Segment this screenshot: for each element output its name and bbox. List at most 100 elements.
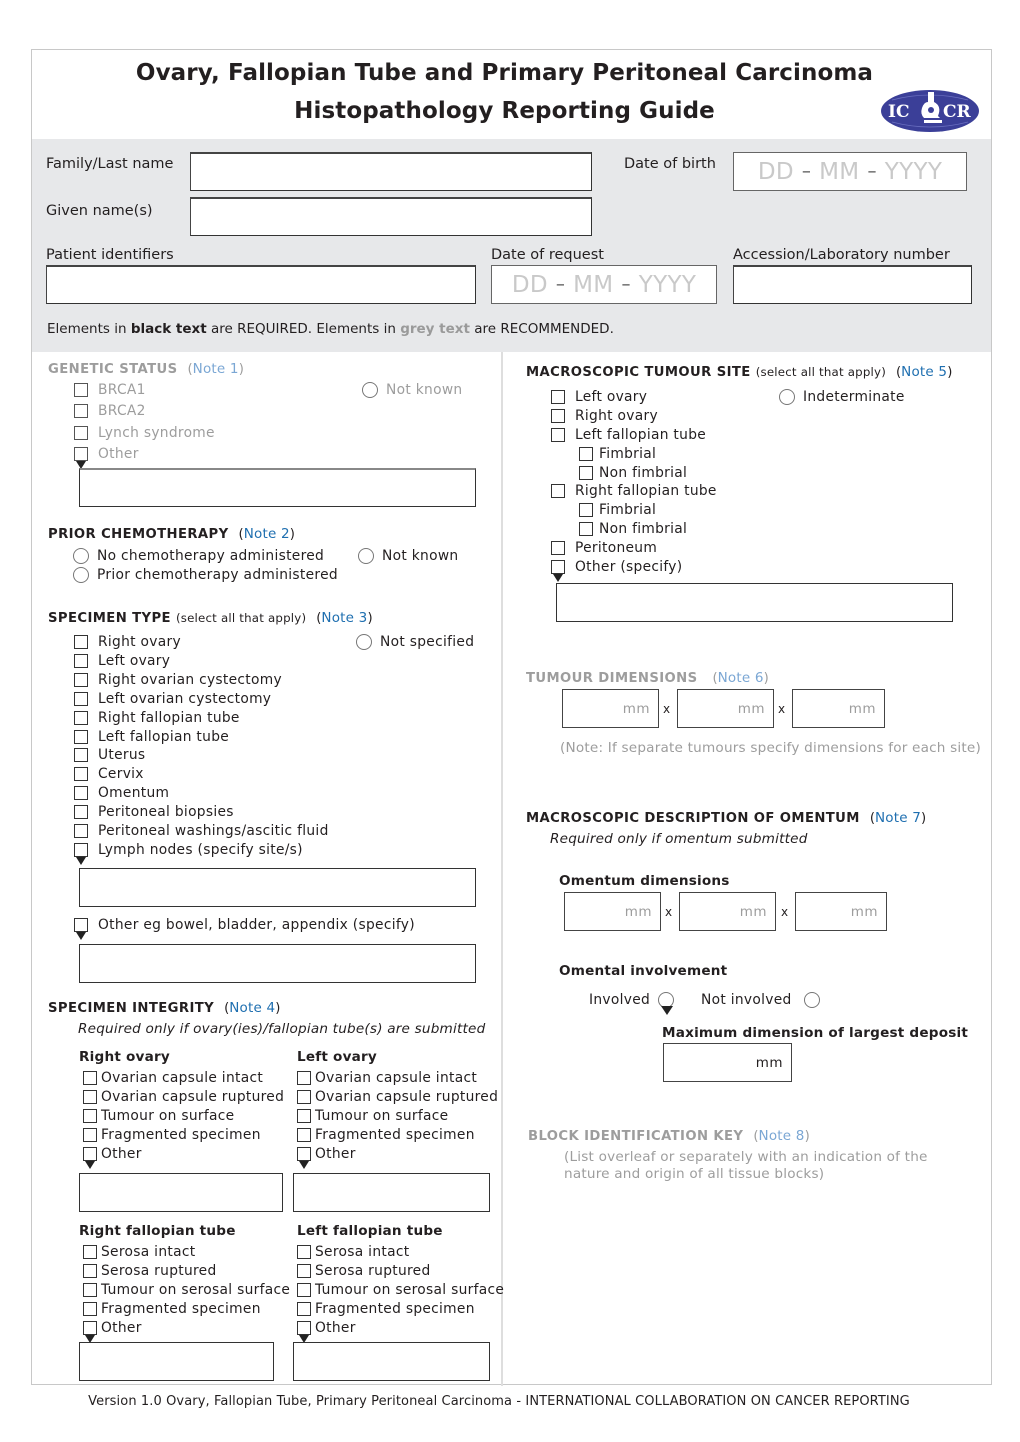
date-of-request-input[interactable]: DD – MM – YYYY	[491, 265, 717, 304]
omentum-not-involved-radio[interactable]: Not involved	[701, 992, 820, 1008]
specimen-cervix-checkbox[interactable]: Cervix	[74, 766, 144, 782]
site-other-input[interactable]	[556, 583, 953, 622]
lo-fragmented-checkbox[interactable]: Fragmented specimen	[297, 1127, 475, 1143]
lt-other-checkbox[interactable]: Other	[297, 1320, 356, 1343]
lymph-nodes-site-input[interactable]	[79, 868, 476, 907]
times-symbol: x	[663, 702, 671, 716]
specimen-other-checkbox[interactable]: Other eg bowel, bladder, appendix (speci…	[74, 917, 415, 940]
lo-other-checkbox[interactable]: Other	[297, 1146, 356, 1169]
omentum-dim-3-input[interactable]: mm	[795, 892, 887, 931]
family-name-input[interactable]	[190, 152, 592, 191]
rt-other-input[interactable]	[79, 1342, 274, 1381]
ro-tumour-surface-checkbox[interactable]: Tumour on surface	[83, 1108, 234, 1124]
specimen-left-cystectomy-checkbox[interactable]: Left ovarian cystectomy	[74, 691, 271, 707]
specimen-right-tube-checkbox[interactable]: Right fallopian tube	[74, 710, 240, 726]
specimen-lymph-nodes-checkbox[interactable]: Lymph nodes (specify site/s)	[74, 842, 303, 865]
given-names-label: Given name(s)	[46, 203, 153, 219]
site-left-ovary-checkbox[interactable]: Left ovary	[551, 389, 647, 405]
checkbox-icon	[74, 383, 88, 397]
ro-capsule-ruptured-checkbox[interactable]: Ovarian capsule ruptured	[83, 1089, 284, 1105]
rt-serosa-ruptured-checkbox[interactable]: Serosa ruptured	[83, 1263, 217, 1279]
left-tube-subheading: Left fallopian tube	[297, 1223, 443, 1239]
specimen-uterus-checkbox[interactable]: Uterus	[74, 747, 145, 763]
rt-serosa-intact-checkbox[interactable]: Serosa intact	[83, 1244, 195, 1260]
tumour-dim-3-input[interactable]: mm	[792, 689, 885, 728]
ro-capsule-intact-checkbox[interactable]: Ovarian capsule intact	[83, 1070, 263, 1086]
specimen-left-tube-checkbox[interactable]: Left fallopian tube	[74, 729, 229, 745]
site-left-fimbrial-checkbox[interactable]: Fimbrial	[579, 446, 656, 462]
omental-involvement-label: Omental involvement	[559, 963, 728, 979]
lt-tumour-serosal-checkbox[interactable]: Tumour on serosal surface	[297, 1282, 504, 1298]
site-indeterminate-radio[interactable]: Indeterminate	[779, 389, 905, 405]
genetic-not-known-radio[interactable]: Not known	[362, 382, 462, 398]
note-5-link[interactable]: Note 5	[901, 364, 947, 380]
prior-chemo-radio[interactable]: Prior chemotherapy administered	[73, 567, 338, 583]
given-names-input[interactable]	[190, 197, 592, 236]
specimen-peritoneal-biopsies-checkbox[interactable]: Peritoneal biopsies	[74, 804, 234, 820]
radio-icon	[356, 634, 372, 650]
omentum-dim-1-input[interactable]: mm	[564, 892, 661, 931]
rt-tumour-serosal-checkbox[interactable]: Tumour on serosal surface	[83, 1282, 290, 1298]
lo-capsule-intact-checkbox[interactable]: Ovarian capsule intact	[297, 1070, 477, 1086]
note-2-link[interactable]: Note 2	[244, 526, 290, 542]
lt-fragmented-checkbox[interactable]: Fragmented specimen	[297, 1301, 475, 1317]
dor-yyyy-placeholder: YYYY	[638, 271, 697, 298]
note-7-link[interactable]: Note 7	[875, 810, 921, 826]
note-3-link[interactable]: Note 3	[321, 610, 367, 626]
dob-separator: –	[867, 161, 877, 182]
dob-input[interactable]: DD – MM – YYYY	[733, 152, 967, 191]
checkbox-icon	[74, 404, 88, 418]
rt-other-checkbox[interactable]: Other	[83, 1320, 142, 1343]
genetic-brca2-checkbox[interactable]: BRCA2	[74, 403, 146, 419]
specimen-not-specified-radio[interactable]: Not specified	[356, 634, 474, 650]
lt-other-input[interactable]	[293, 1342, 490, 1381]
legend-grey-text: grey text	[400, 321, 470, 337]
genetic-brca1-checkbox[interactable]: BRCA1	[74, 382, 146, 398]
site-right-ovary-checkbox[interactable]: Right ovary	[551, 408, 658, 424]
site-left-tube-checkbox[interactable]: Left fallopian tube	[551, 427, 706, 443]
rt-fragmented-checkbox[interactable]: Fragmented specimen	[83, 1301, 261, 1317]
accession-input[interactable]	[733, 265, 972, 304]
site-right-non-fimbrial-checkbox[interactable]: Non fimbrial	[579, 521, 687, 537]
site-right-tube-checkbox[interactable]: Right fallopian tube	[551, 483, 717, 499]
lo-capsule-ruptured-checkbox[interactable]: Ovarian capsule ruptured	[297, 1089, 498, 1105]
ro-fragmented-checkbox[interactable]: Fragmented specimen	[83, 1127, 261, 1143]
chemo-not-known-radio[interactable]: Not known	[358, 548, 458, 564]
specimen-right-cystectomy-checkbox[interactable]: Right ovarian cystectomy	[74, 672, 282, 688]
note-8-link[interactable]: Note 8	[759, 1128, 805, 1144]
radio-icon	[73, 548, 89, 564]
times-symbol: x	[665, 905, 673, 919]
site-right-fimbrial-checkbox[interactable]: Fimbrial	[579, 502, 656, 518]
omentum-involved-radio[interactable]: Involved	[589, 992, 675, 1015]
dor-separator: –	[621, 274, 631, 295]
no-chemo-radio[interactable]: No chemotherapy administered	[73, 548, 324, 564]
note-1-link[interactable]: Note 1	[193, 361, 239, 377]
ro-other-input[interactable]	[79, 1173, 283, 1212]
genetic-other-input[interactable]	[79, 468, 476, 507]
lo-tumour-surface-checkbox[interactable]: Tumour on surface	[297, 1108, 448, 1124]
max-dimension-input[interactable]: mm	[663, 1043, 792, 1082]
specimen-left-ovary-checkbox[interactable]: Left ovary	[74, 653, 170, 669]
checkbox-icon	[74, 692, 88, 706]
specimen-type-heading: SPECIMEN TYPE (select all that apply) (N…	[48, 610, 373, 626]
note-6-link[interactable]: Note 6	[718, 670, 764, 686]
tumour-dim-2-input[interactable]: mm	[677, 689, 774, 728]
lt-serosa-intact-checkbox[interactable]: Serosa intact	[297, 1244, 409, 1260]
site-other-checkbox[interactable]: Other (specify)	[551, 559, 682, 582]
specimen-omentum-checkbox[interactable]: Omentum	[74, 785, 169, 801]
lt-serosa-ruptured-checkbox[interactable]: Serosa ruptured	[297, 1263, 431, 1279]
specimen-right-ovary-checkbox[interactable]: Right ovary	[74, 634, 181, 650]
specimen-washings-checkbox[interactable]: Peritoneal washings/ascitic fluid	[74, 823, 329, 839]
site-peritoneum-checkbox[interactable]: Peritoneum	[551, 540, 657, 556]
specimen-other-input[interactable]	[79, 944, 476, 983]
omentum-dim-2-input[interactable]: mm	[679, 892, 776, 931]
ro-other-checkbox[interactable]: Other	[83, 1146, 142, 1169]
patient-identifiers-input[interactable]	[46, 265, 476, 304]
tumour-dim-1-input[interactable]: mm	[562, 689, 659, 728]
note-4-link[interactable]: Note 4	[229, 1000, 275, 1016]
genetic-lynch-checkbox[interactable]: Lynch syndrome	[74, 425, 215, 441]
genetic-other-checkbox[interactable]: Other	[74, 446, 139, 469]
report-page: Ovary, Fallopian Tube and Primary Perito…	[31, 49, 992, 1386]
lo-other-input[interactable]	[293, 1173, 490, 1212]
site-left-non-fimbrial-checkbox[interactable]: Non fimbrial	[579, 465, 687, 481]
